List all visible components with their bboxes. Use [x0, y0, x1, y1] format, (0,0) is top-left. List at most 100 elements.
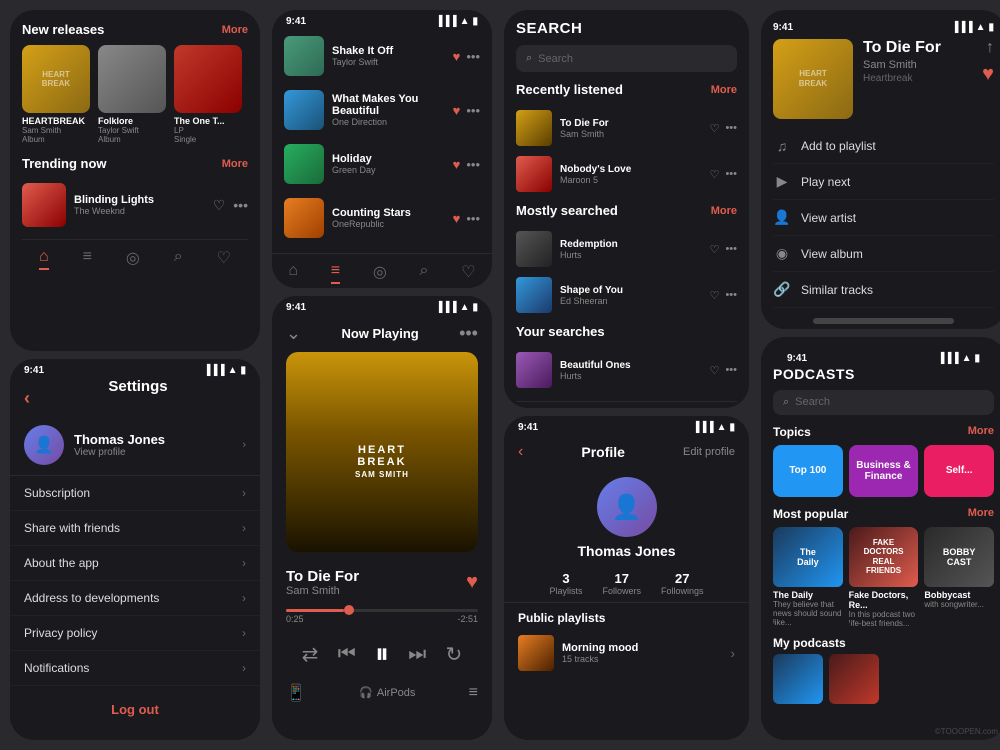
trending-item-blinding[interactable]: Blinding Lights The Weeknd ♡ •••	[22, 179, 248, 231]
detail-view-artist[interactable]: 👤 View artist	[773, 200, 994, 236]
more-dots-icon-3[interactable]: •••	[466, 157, 480, 172]
detail-share-icon[interactable]: ↑	[986, 39, 994, 57]
nav-list-icon[interactable]: ≡	[83, 248, 92, 270]
search-item-redemption[interactable]: Redemption Hurts ♡ •••	[516, 226, 737, 272]
heart-filled-icon[interactable]: ♥	[453, 49, 461, 64]
progress-bar[interactable]: 0:25 -2:51	[286, 609, 478, 624]
detail-add-to-playlist[interactable]: ♫ Add to playlist	[773, 129, 994, 164]
heart-filled-icon-3[interactable]: ♥	[453, 157, 461, 172]
settings-item-notifications[interactable]: Notifications ›	[10, 651, 260, 686]
topic-self[interactable]: Self...	[924, 445, 994, 497]
song-title-holiday: Holiday	[332, 153, 445, 165]
shuffle-icon[interactable]: ⇄	[302, 642, 319, 667]
album-card-heartbreak[interactable]: HEARTBREAK HEARTBREAK Sam Smith Album	[22, 45, 90, 144]
heart-filled-icon-2[interactable]: ♥	[453, 103, 461, 118]
song-item-holiday[interactable]: Holiday Green Day ♥ •••	[272, 137, 492, 191]
np-back-chevron-icon[interactable]: ⌄	[286, 323, 301, 344]
settings-profile-row[interactable]: 👤 Thomas Jones View profile ›	[10, 415, 260, 476]
nav-home-icon-2[interactable]: ⌂	[288, 262, 298, 284]
more-icon[interactable]: •••	[233, 197, 248, 214]
detail-song-text: To Die For Sam Smith Heartbreak	[863, 39, 972, 84]
album-card-folklore[interactable]: Folklore Taylor Swift Album	[98, 45, 166, 144]
profile-back-button[interactable]: ‹	[518, 443, 523, 461]
topics-more[interactable]: More	[968, 425, 994, 439]
more-icon-8[interactable]: •••	[725, 289, 737, 302]
nav-radio-icon-2[interactable]: ◎	[373, 262, 387, 284]
podcast-card-fakedoctors[interactable]: FAKEDOCTORSREALFRIENDS Fake Doctors, Re.…	[849, 527, 919, 628]
profile-edit-button[interactable]: Edit profile	[683, 446, 735, 458]
progress-dot[interactable]	[344, 605, 354, 615]
nav-list-icon-2[interactable]: ≡	[331, 262, 340, 284]
more-icon-6[interactable]: •••	[725, 168, 737, 181]
popular-more[interactable]: More	[968, 507, 994, 521]
play-pause-button[interactable]: ⏸	[375, 638, 389, 671]
heart-icon-8[interactable]: ♡	[710, 289, 720, 302]
heart-icon-7[interactable]: ♡	[710, 243, 720, 256]
repeat-icon[interactable]: ↻	[446, 642, 463, 667]
logout-button[interactable]: Log out	[10, 686, 260, 733]
song-item-wmyb[interactable]: What Makes You Beautiful One Direction ♥…	[272, 83, 492, 137]
more-dots-icon-4[interactable]: •••	[466, 211, 480, 226]
settings-view-profile[interactable]: View profile	[74, 447, 165, 458]
nav-search-icon[interactable]: ⌕	[174, 248, 183, 270]
more-icon-9[interactable]: •••	[725, 364, 737, 377]
progress-track[interactable]	[286, 609, 478, 612]
detail-similar-tracks[interactable]: 🔗 Similar tracks	[773, 272, 994, 308]
airpods-icon: 🎧	[359, 686, 373, 699]
airpods-button[interactable]: 🎧 AirPods	[359, 686, 415, 699]
recently-more[interactable]: More	[711, 84, 737, 96]
playlist-item-morning[interactable]: Morning mood 15 tracks ›	[504, 629, 749, 677]
np-signal-icon: ▐▐▐	[435, 302, 456, 313]
detail-view-album[interactable]: ◉ View album	[773, 236, 994, 272]
next-icon[interactable]: ⏭	[408, 643, 426, 666]
settings-item-about[interactable]: About the app ›	[10, 546, 260, 581]
podcast-search-bar[interactable]: ⌕ Search	[773, 390, 994, 415]
search-bar[interactable]: ⌕ Search	[516, 45, 737, 72]
song-item-counting[interactable]: Counting Stars OneRepublic ♥ •••	[272, 191, 492, 245]
nav-search-icon-2[interactable]: ⌕	[420, 262, 429, 284]
detail-heart-icon[interactable]: ♥	[982, 63, 994, 86]
settings-item-privacy[interactable]: Privacy policy ›	[10, 616, 260, 651]
queue-list-icon[interactable]: ≡	[469, 684, 478, 702]
settings-item-subscription[interactable]: Subscription ›	[10, 476, 260, 511]
trending-more[interactable]: More	[222, 158, 248, 170]
heart-icon-9[interactable]: ♡	[710, 364, 720, 377]
np-heart-icon[interactable]: ♥	[466, 571, 478, 594]
heart-filled-icon-4[interactable]: ♥	[453, 211, 461, 226]
more-icon-7[interactable]: •••	[725, 243, 737, 256]
podcast-card-bobby[interactable]: BOBBYCAST Bobbycast with songwriter...	[924, 527, 994, 628]
search-info-redemption: Redemption Hurts	[560, 239, 702, 260]
song-item-shake[interactable]: Shake It Off Taylor Swift ♥ •••	[272, 29, 492, 83]
heart-icon-5[interactable]: ♡	[710, 122, 720, 135]
settings-item-share[interactable]: Share with friends ›	[10, 511, 260, 546]
mostly-more[interactable]: More	[711, 205, 737, 217]
search-item-diefor[interactable]: To Die For Sam Smith ♡ •••	[516, 105, 737, 151]
search-item-beautiful[interactable]: Beautiful Ones Hurts ♡ •••	[516, 347, 737, 393]
signal-icon: ▐▐▐	[435, 16, 456, 27]
device-icon[interactable]: 📱	[286, 683, 306, 703]
search-item-nobodys[interactable]: Nobody's Love Maroon 5 ♡ •••	[516, 151, 737, 197]
more-dots-icon[interactable]: •••	[466, 49, 480, 64]
search-item-shape[interactable]: Shape of You Ed Sheeran ♡ •••	[516, 272, 737, 318]
heart-icon[interactable]: ♡	[213, 197, 226, 214]
more-icon-5[interactable]: •••	[725, 122, 737, 135]
np-more-icon[interactable]: •••	[459, 323, 478, 344]
prev-icon[interactable]: ⏮	[338, 643, 356, 666]
nav-radio-icon[interactable]: ◎	[126, 248, 140, 270]
settings-item-address[interactable]: Address to developments ›	[10, 581, 260, 616]
my-podcasts-title: My podcasts	[773, 636, 994, 650]
topic-business[interactable]: Business & Finance	[849, 445, 919, 497]
more-dots-icon-2[interactable]: •••	[466, 103, 480, 118]
nav-home-icon[interactable]: ⌂	[39, 248, 49, 270]
nav-heart-icon-2[interactable]: ♡	[461, 262, 475, 284]
heart-icon-6[interactable]: ♡	[710, 168, 720, 181]
nav-heart-icon[interactable]: ♡	[217, 248, 231, 270]
my-podcast-thumb-1[interactable]	[773, 654, 823, 704]
topic-top100[interactable]: Top 100	[773, 445, 843, 497]
detail-play-next[interactable]: ▶ Play next	[773, 164, 994, 200]
album-card-lp[interactable]: The One T... LP Single	[174, 45, 242, 144]
view-album-label: View album	[801, 247, 863, 261]
new-releases-more[interactable]: More	[222, 24, 248, 36]
my-podcast-thumb-2[interactable]	[829, 654, 879, 704]
podcast-card-daily[interactable]: TheDaily The Daily They believe that new…	[773, 527, 843, 628]
